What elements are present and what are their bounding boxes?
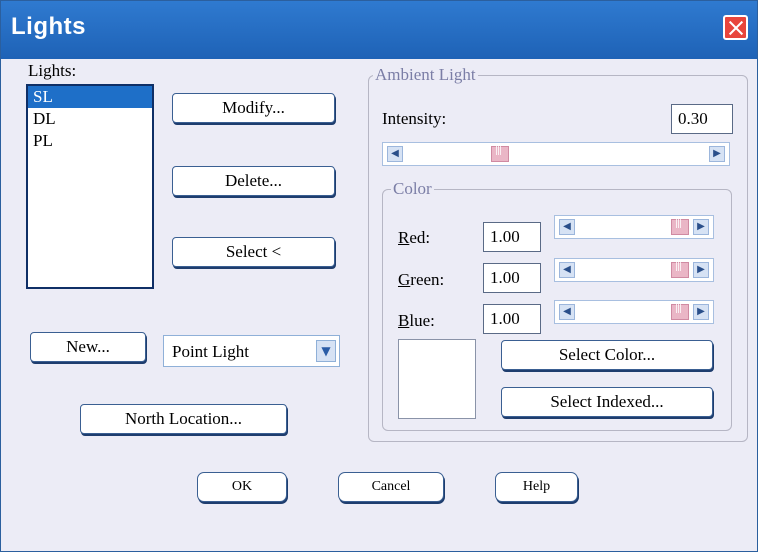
blue-slider-thumb[interactable] xyxy=(671,304,689,320)
color-swatch xyxy=(398,339,476,419)
chevron-right-icon[interactable]: ▶ xyxy=(693,304,709,320)
new-button[interactable]: New... xyxy=(30,332,146,362)
list-item[interactable]: DL xyxy=(28,108,152,130)
green-slider[interactable]: ◀ ▶ xyxy=(554,258,714,282)
delete-button[interactable]: Delete... xyxy=(172,166,335,196)
list-item[interactable]: SL xyxy=(28,86,152,108)
lights-list-label: Lights: xyxy=(28,61,77,80)
red-label: Red: xyxy=(398,228,431,247)
help-button[interactable]: Help xyxy=(495,472,578,502)
select-color-button[interactable]: Select Color... xyxy=(501,340,713,370)
red-field[interactable]: 1.00 xyxy=(483,222,541,252)
modify-button[interactable]: Modify... xyxy=(172,93,335,123)
intensity-field[interactable]: 0.30 xyxy=(671,104,733,134)
select-button[interactable]: Select < xyxy=(172,237,335,267)
chevron-left-icon[interactable]: ◀ xyxy=(559,219,575,235)
color-legend: Color xyxy=(391,179,434,199)
close-icon[interactable] xyxy=(723,15,748,40)
chevron-left-icon[interactable]: ◀ xyxy=(387,146,403,162)
red-slider[interactable]: ◀ ▶ xyxy=(554,215,714,239)
red-slider-thumb[interactable] xyxy=(671,219,689,235)
ambient-light-legend: Ambient Light xyxy=(373,65,478,85)
select-indexed-button[interactable]: Select Indexed... xyxy=(501,387,713,417)
intensity-slider[interactable]: ◀ ▶ xyxy=(382,142,730,166)
cancel-button[interactable]: Cancel xyxy=(338,472,444,502)
chevron-left-icon[interactable]: ◀ xyxy=(559,304,575,320)
chevron-right-icon[interactable]: ▶ xyxy=(693,262,709,278)
chevron-down-icon[interactable]: ▼ xyxy=(316,340,336,362)
ok-button[interactable]: OK xyxy=(197,472,287,502)
green-slider-thumb[interactable] xyxy=(671,262,689,278)
north-location-button[interactable]: North Location... xyxy=(80,404,287,434)
blue-field[interactable]: 1.00 xyxy=(483,304,541,334)
lights-listbox[interactable]: SL DL PL xyxy=(26,84,154,289)
title-bar: Lights xyxy=(1,1,757,59)
blue-slider[interactable]: ◀ ▶ xyxy=(554,300,714,324)
dialog-title: Lights xyxy=(11,13,86,40)
intensity-slider-thumb[interactable] xyxy=(491,146,509,162)
blue-label: Blue: xyxy=(398,311,435,330)
intensity-label: Intensity: xyxy=(382,109,447,128)
chevron-right-icon[interactable]: ▶ xyxy=(709,146,725,162)
light-type-value: Point Light xyxy=(172,342,249,361)
green-field[interactable]: 1.00 xyxy=(483,263,541,293)
chevron-right-icon[interactable]: ▶ xyxy=(693,219,709,235)
lights-dialog: Lights Lights: SL DL PL Modify... Delete… xyxy=(0,0,758,552)
light-type-dropdown[interactable]: Point Light ▼ xyxy=(163,335,340,367)
green-label: Green: xyxy=(398,270,445,289)
chevron-left-icon[interactable]: ◀ xyxy=(559,262,575,278)
list-item[interactable]: PL xyxy=(28,130,152,152)
